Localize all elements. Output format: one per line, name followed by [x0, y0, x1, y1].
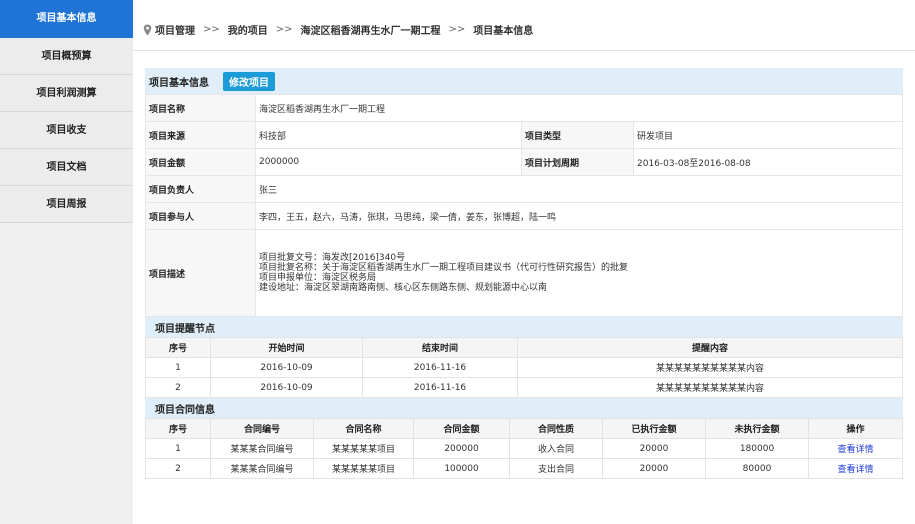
- table-header-row: 序号 开始时间 结束时间 提醒内容: [145, 337, 903, 358]
- project-description-value: 项目批复文号：海发改[2016]340号 项目批复名称：关于海淀区稻香湖再生水厂…: [255, 229, 903, 317]
- section-title: 项目合同信息: [155, 404, 215, 416]
- description-line: 建设地址：海淀区翠湖南路南侧、核心区东侧路东侧、规划能源中心以南: [259, 283, 548, 293]
- column-header: 已执行金额: [602, 418, 706, 439]
- column-header: 提醒内容: [517, 337, 903, 358]
- edit-project-button[interactable]: 修改项目: [223, 71, 275, 91]
- divider: [133, 50, 915, 51]
- table-cell: 20000: [602, 458, 706, 479]
- table-cell: 某某某某某某某某某某内容: [517, 377, 903, 398]
- project-type-value: 研发项目: [633, 121, 903, 149]
- project-amount-value: 2000000: [255, 148, 522, 176]
- table-cell: 1: [145, 357, 211, 378]
- table-header-row: 序号 合同编号 合同名称 合同金额 合同性质 已执行金额 未执行金额 操作: [145, 418, 903, 439]
- project-leader-value: 张三: [255, 175, 903, 203]
- table-cell: 20000: [602, 438, 706, 459]
- description-line: 项目批复名称：关于海淀区稻香湖再生水厂一期工程项目建议书（代可行性研究报告）的批…: [259, 263, 629, 273]
- sidebar-item-budget[interactable]: 项目概预算: [0, 38, 133, 75]
- breadcrumb-separator: >>: [203, 24, 220, 35]
- table-row: 项目金额 2000000 项目计划周期 2016-03-08至2016-08-0…: [145, 148, 903, 176]
- contracts-table: 序号 合同编号 合同名称 合同金额 合同性质 已执行金额 未执行金额 操作 1 …: [145, 418, 903, 479]
- column-header: 操作: [808, 418, 903, 439]
- project-name-value: 海淀区稻香湖再生水厂一期工程: [255, 94, 903, 122]
- column-header: 合同编号: [210, 418, 314, 439]
- table-cell: 2016-10-09: [210, 377, 363, 398]
- basic-info-table: 项目名称 海淀区稻香湖再生水厂一期工程 项目来源 科技部 项目类型 研发项目 项…: [145, 94, 903, 317]
- table-cell: 某某某合同编号: [210, 458, 314, 479]
- view-details-link[interactable]: 查看详情: [837, 465, 873, 475]
- column-header: 合同金额: [413, 418, 510, 439]
- column-header: 开始时间: [210, 337, 363, 358]
- sidebar-item-weekly-report[interactable]: 项目周报: [0, 186, 133, 223]
- field-label: 项目来源: [145, 121, 256, 149]
- sidebar-item-documents[interactable]: 项目文档: [0, 149, 133, 186]
- breadcrumb: 项目管理 >> 我的项目 >> 海淀区稻香湖再生水厂一期工程 >> 项目基本信息: [143, 22, 533, 37]
- table-cell: 查看详情: [808, 458, 903, 479]
- basic-info-header: 项目基本信息 修改项目: [145, 68, 903, 94]
- table-cell: 某某某某某项目: [313, 458, 414, 479]
- location-pin-icon: [143, 24, 152, 35]
- breadcrumb-project-name[interactable]: 海淀区稻香湖再生水厂一期工程: [301, 22, 441, 37]
- breadcrumb-separator: >>: [275, 24, 293, 35]
- sidebar-item-profit[interactable]: 项目利润测算: [0, 75, 133, 112]
- project-period-value: 2016-03-08至2016-08-08: [633, 148, 903, 176]
- field-label: 项目参与人: [145, 202, 256, 230]
- table-row: 项目来源 科技部 项目类型 研发项目: [145, 121, 903, 149]
- table-cell: 2016-11-16: [362, 357, 518, 378]
- breadcrumb-my-projects[interactable]: 我的项目: [228, 22, 268, 37]
- table-row: 1 2016-10-09 2016-11-16 某某某某某某某某某某内容: [145, 357, 903, 378]
- table-row: 项目描述 项目批复文号：海发改[2016]340号 项目批复名称：关于海淀区稻香…: [145, 229, 903, 317]
- table-cell: 某某某某某某某某某某内容: [517, 357, 903, 378]
- table-cell: 支出合同: [509, 458, 603, 479]
- table-row: 2 2016-10-09 2016-11-16 某某某某某某某某某某内容: [145, 377, 903, 398]
- table-cell: 某某某某某项目: [313, 438, 414, 459]
- view-details-link[interactable]: 查看详情: [837, 445, 873, 455]
- table-row: 项目名称 海淀区稻香湖再生水厂一期工程: [145, 94, 903, 122]
- contracts-header: 项目合同信息: [145, 398, 903, 418]
- column-header: 未执行金额: [705, 418, 809, 439]
- table-cell: 100000: [413, 458, 510, 479]
- breadcrumb-current: 项目基本信息: [473, 26, 534, 37]
- table-cell: 200000: [413, 438, 510, 459]
- table-cell: 收入合同: [509, 438, 603, 459]
- column-header: 结束时间: [362, 337, 518, 358]
- field-label: 项目名称: [145, 94, 256, 122]
- field-label: 项目金额: [145, 148, 256, 176]
- project-detail-panel: 项目基本信息 修改项目 项目名称 海淀区稻香湖再生水厂一期工程 项目来源 科技部…: [145, 68, 903, 479]
- description-line: 项目批复文号：海发改[2016]340号: [259, 253, 406, 263]
- table-cell: 2: [145, 377, 211, 398]
- column-header: 合同名称: [313, 418, 414, 439]
- column-header: 序号: [145, 337, 211, 358]
- table-row: 1 某某某合同编号 某某某某某项目 200000 收入合同 20000 1800…: [145, 438, 903, 459]
- table-cell: 查看详情: [808, 438, 903, 459]
- table-row: 项目负责人 张三: [145, 175, 903, 203]
- breadcrumb-separator: >>: [448, 24, 466, 35]
- description-line: 项目申报单位：海淀区税务局: [259, 273, 377, 283]
- table-row: 项目参与人 李四，王五，赵六，马涛，张琪，马思纯，梁一倩，姜东，张博超，陆一鸣: [145, 202, 903, 230]
- section-title: 项目基本信息: [149, 77, 209, 89]
- sidebar-item-income-expense[interactable]: 项目收支: [0, 112, 133, 149]
- field-label: 项目负责人: [145, 175, 256, 203]
- table-cell: 180000: [705, 438, 809, 459]
- table-cell: 80000: [705, 458, 809, 479]
- reminders-table: 序号 开始时间 结束时间 提醒内容 1 2016-10-09 2016-11-1…: [145, 337, 903, 398]
- field-label: 项目描述: [145, 229, 256, 317]
- breadcrumb-project-management[interactable]: 项目管理: [155, 22, 195, 37]
- field-label: 项目类型: [521, 121, 634, 149]
- section-title: 项目提醒节点: [155, 323, 215, 335]
- field-label: 项目计划周期: [521, 148, 634, 176]
- project-source-value: 科技部: [255, 121, 522, 149]
- column-header: 序号: [145, 418, 211, 439]
- table-cell: 1: [145, 438, 211, 459]
- table-cell: 某某某合同编号: [210, 438, 314, 459]
- reminders-header: 项目提醒节点: [145, 317, 903, 337]
- project-members-value: 李四，王五，赵六，马涛，张琪，马思纯，梁一倩，姜东，张博超，陆一鸣: [255, 202, 903, 230]
- sidebar-item-basic-info[interactable]: 项目基本信息: [0, 0, 133, 38]
- table-cell: 2016-10-09: [210, 357, 363, 378]
- table-cell: 2016-11-16: [362, 377, 518, 398]
- column-header: 合同性质: [509, 418, 603, 439]
- sidebar: 项目基本信息 项目概预算 项目利润测算 项目收支 项目文档 项目周报: [0, 0, 133, 524]
- table-row: 2 某某某合同编号 某某某某某项目 100000 支出合同 20000 8000…: [145, 458, 903, 479]
- main-content: 项目管理 >> 我的项目 >> 海淀区稻香湖再生水厂一期工程 >> 项目基本信息…: [133, 0, 915, 524]
- table-cell: 2: [145, 458, 211, 479]
